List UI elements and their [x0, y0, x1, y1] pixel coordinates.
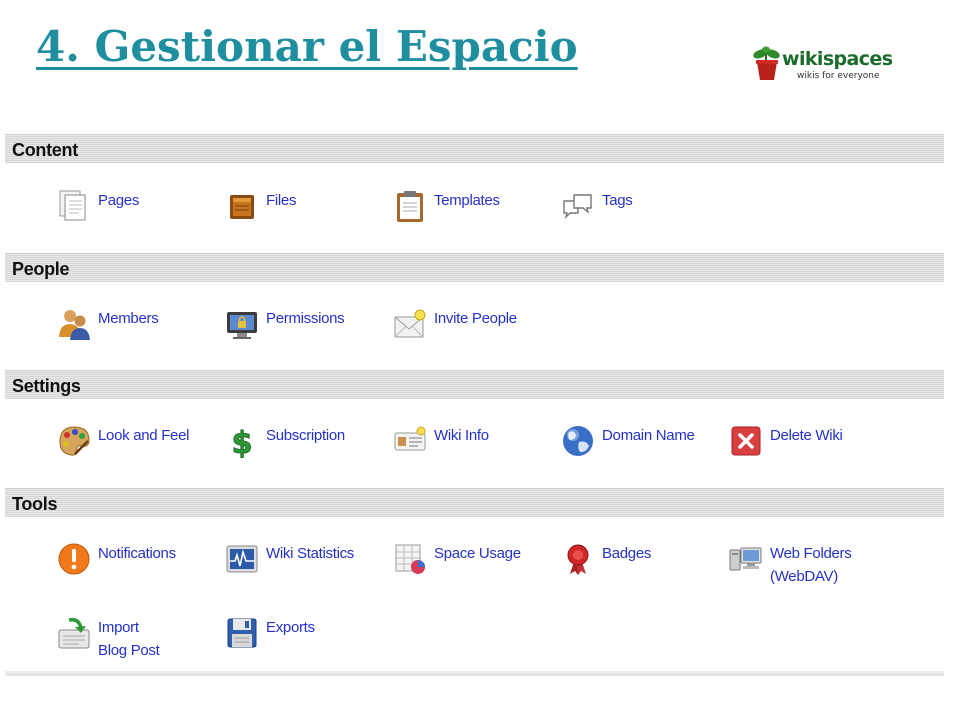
item-label: Subscription — [266, 427, 345, 444]
wiki-statistics-icon — [225, 542, 259, 576]
subscription-icon: $ — [225, 424, 259, 459]
exports-icon — [225, 616, 259, 650]
pages-icon — [57, 189, 91, 223]
section-title: Tools — [12, 494, 58, 514]
import-blog-post-icon — [57, 616, 91, 650]
item-label: Templates — [434, 192, 500, 209]
item-label: Badges — [602, 545, 652, 562]
web-folders-icon — [729, 542, 763, 576]
svg-text:$: $ — [232, 426, 253, 458]
item-label: Delete Wiki — [770, 427, 843, 444]
item-label: Look and Feel — [98, 427, 190, 444]
domain-name-icon — [561, 424, 595, 458]
item-label: Invite People — [434, 310, 517, 327]
look-and-feel-icon — [57, 424, 91, 458]
section-header-people: People — [5, 253, 944, 282]
section-title: People — [12, 259, 70, 279]
item-label: Space Usage — [434, 545, 521, 562]
item-label: Exports — [266, 619, 315, 636]
wiki-info-icon — [393, 424, 427, 458]
item-label: Permissions — [266, 310, 345, 327]
item-label: Wiki Info — [434, 427, 489, 444]
files-icon — [225, 189, 259, 223]
section-title: Settings — [12, 376, 81, 396]
logo-tagline: wikis for everyone — [797, 71, 880, 81]
section-header-tools: Tools — [5, 488, 944, 517]
panel-bottom-edge — [5, 671, 944, 676]
templates-icon — [393, 189, 427, 223]
invite-people-icon — [393, 307, 427, 341]
delete-wiki-icon — [729, 424, 763, 458]
item-label: Notifications — [98, 545, 176, 562]
manage-space-panel: Content Pages Files Templates Tags Peopl… — [5, 134, 944, 676]
badges-icon — [561, 542, 595, 576]
space-usage-icon — [393, 542, 427, 576]
item-label: Files — [266, 192, 297, 209]
item-label-second-line: (WebDAV) — [770, 568, 838, 585]
item-label: Members — [98, 310, 159, 327]
slide-title[interactable]: 4. Gestionar el Espacio — [36, 22, 578, 71]
permissions-icon — [225, 307, 259, 341]
section-header-settings: Settings — [5, 370, 944, 399]
tags-icon — [561, 189, 595, 223]
section-title: Content — [12, 140, 78, 160]
item-label: Domain Name — [602, 427, 695, 444]
notifications-icon — [57, 542, 91, 576]
item-label-second-line: Blog Post — [98, 642, 160, 659]
item-label: Tags — [602, 192, 633, 209]
members-icon — [57, 307, 91, 341]
item-label: Import — [98, 619, 139, 636]
plant-pot-icon — [753, 46, 780, 80]
logo-name: wikispaces — [782, 48, 893, 70]
wikispaces-logo: wikispaces wikis for everyone — [752, 46, 902, 86]
section-header-content: Content — [5, 134, 944, 163]
item-label: Wiki Statistics — [266, 545, 355, 562]
item-label: Pages — [98, 192, 140, 209]
item-label: Web Folders — [770, 545, 852, 562]
